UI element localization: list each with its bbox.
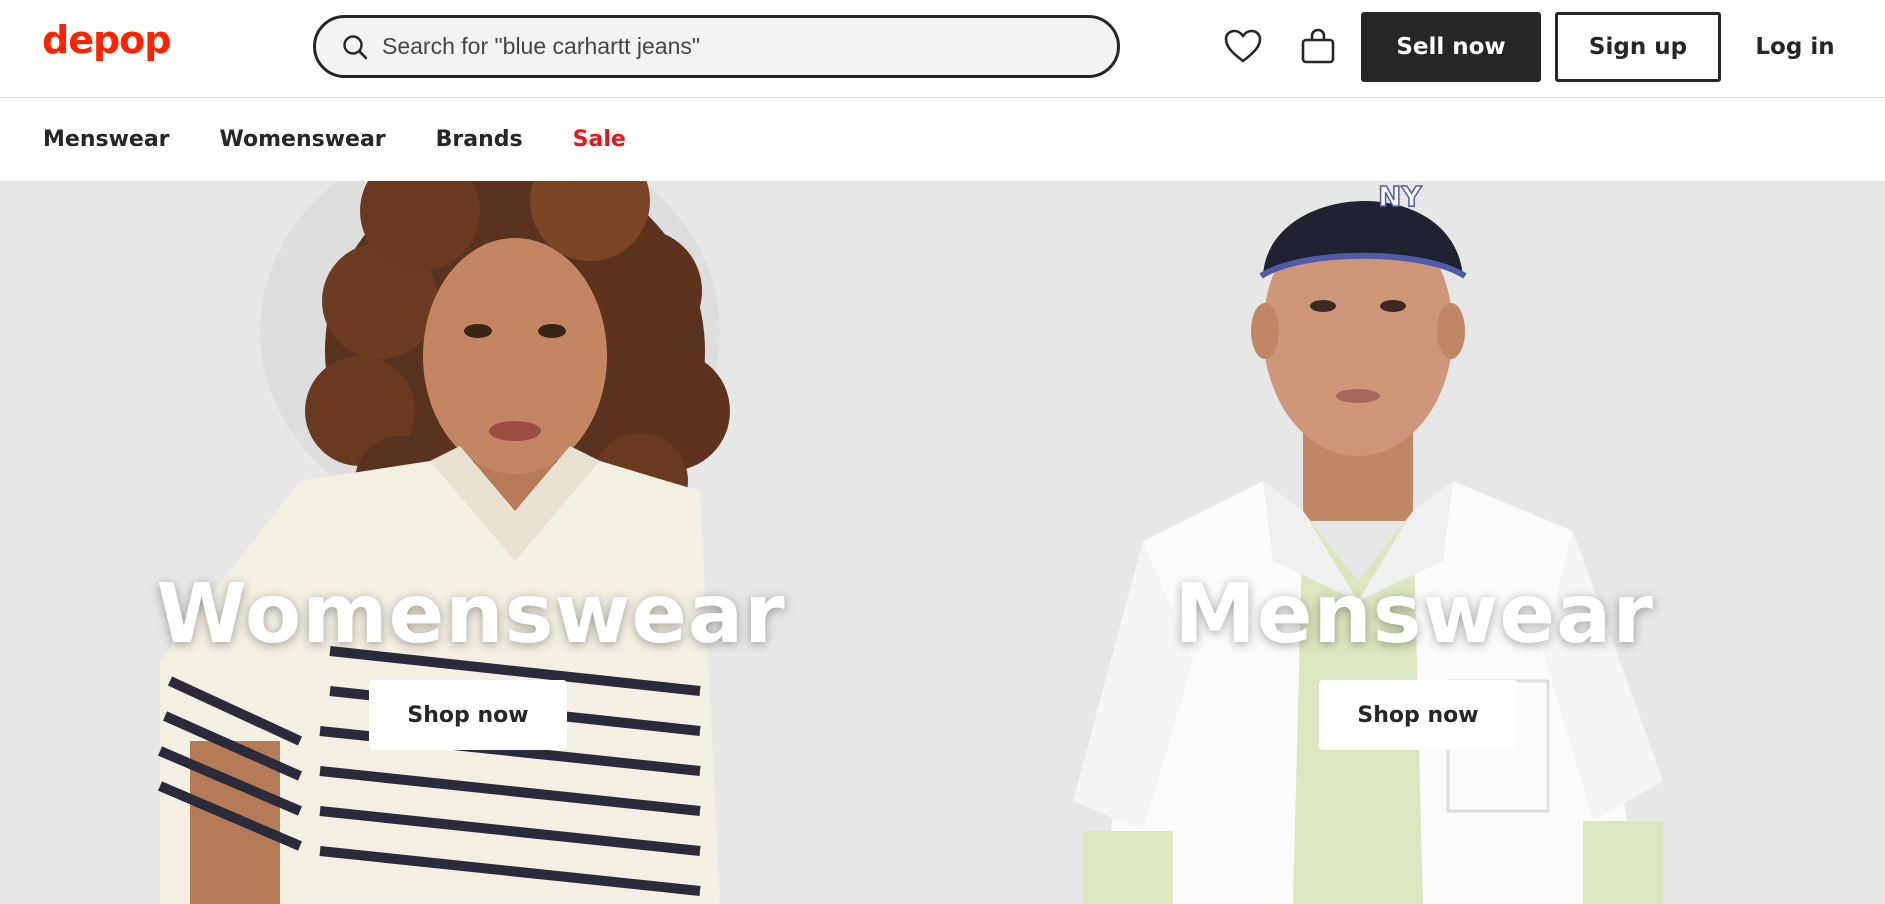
sign-up-button[interactable]: Sign up <box>1555 12 1721 82</box>
nav-item-womenswear[interactable]: Womenswear <box>220 127 386 152</box>
svg-text:NY: NY <box>1378 181 1422 213</box>
womenswear-title: Womenswear <box>156 567 786 662</box>
nav-item-sale[interactable]: Sale <box>573 127 626 152</box>
depop-logo[interactable]: depop <box>42 18 171 62</box>
nav-item-brands[interactable]: Brands <box>436 127 523 152</box>
shopping-bag-icon[interactable] <box>1296 24 1340 68</box>
search-bar[interactable] <box>313 15 1120 78</box>
search-input[interactable] <box>382 33 1082 60</box>
womenswear-model-image <box>158 181 730 904</box>
top-header: depop Sell now Sign up Log in <box>0 0 1885 98</box>
womenswear-panel[interactable]: Womenswear Shop now <box>0 181 942 904</box>
search-icon <box>340 32 370 62</box>
log-in-button[interactable]: Log in <box>1735 12 1855 82</box>
category-nav: Menswear Womenswear Brands Sale <box>0 98 1885 181</box>
heart-icon[interactable] <box>1221 24 1265 68</box>
nav-item-menswear[interactable]: Menswear <box>43 127 170 152</box>
hero-banner: Womenswear Shop now NY Menswear Shop now <box>0 181 1885 904</box>
shop-womenswear-button[interactable]: Shop now <box>369 680 567 750</box>
menswear-title: Menswear <box>1174 567 1654 662</box>
menswear-panel[interactable]: NY Menswear Shop now <box>943 181 1885 904</box>
menswear-model-image: NY <box>1073 181 1663 904</box>
shop-menswear-button[interactable]: Shop now <box>1319 680 1517 750</box>
sell-now-button[interactable]: Sell now <box>1361 12 1541 82</box>
